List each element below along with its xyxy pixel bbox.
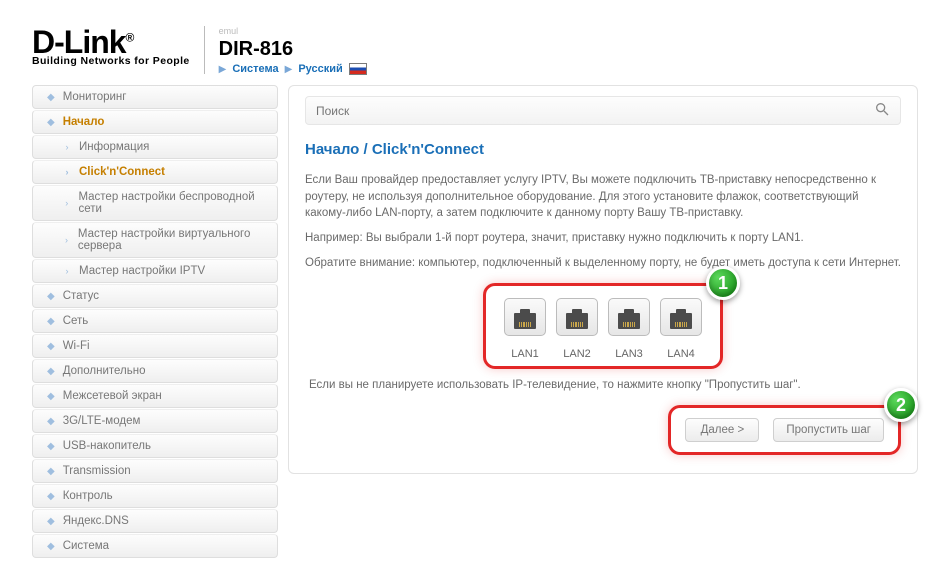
bullet-icon: ◆: [47, 291, 55, 302]
bullet-icon: ◆: [47, 92, 55, 103]
sidebar-item-monitoring[interactable]: ◆ Мониторинг: [32, 85, 278, 109]
bullet-icon: ◆: [47, 316, 55, 327]
ethernet-jack-icon: [670, 313, 692, 329]
search-icon[interactable]: [874, 101, 890, 120]
chevron-right-icon: ▶: [219, 64, 227, 75]
system-link[interactable]: Система: [232, 63, 278, 75]
sidebar-item-transmission[interactable]: ◆ Transmission: [32, 459, 278, 483]
brand-title: D-Link®: [32, 26, 190, 58]
sidebar-item-network[interactable]: ◆ Сеть: [32, 309, 278, 333]
model-name: DIR-816: [219, 38, 367, 61]
bullet-icon: ◆: [47, 491, 55, 502]
header-separator: [204, 26, 205, 74]
actions-highlight: 2 Далее > Пропустить шаг: [668, 405, 901, 455]
chevron-right-icon: ›: [63, 167, 71, 177]
description: Если Ваш провайдер предоставляет услугу …: [305, 172, 901, 271]
lan-port-3[interactable]: [608, 298, 650, 336]
bullet-icon: ◆: [47, 391, 55, 402]
sidebar-item-label: Начало: [63, 116, 105, 128]
port-label: LAN3: [608, 348, 650, 360]
chevron-right-icon: ›: [63, 266, 71, 276]
bullet-icon: ◆: [47, 466, 55, 477]
port-label: LAN2: [556, 348, 598, 360]
sidebar-sub-vserver-wizard[interactable]: › Мастер настройки виртуального сервера: [32, 222, 278, 258]
skip-step-button[interactable]: Пропустить шаг: [773, 418, 884, 442]
sidebar-item-3g-lte[interactable]: ◆ 3G/LTE-модем: [32, 409, 278, 433]
port-label: LAN4: [660, 348, 702, 360]
sidebar-item-label: Статус: [63, 290, 99, 302]
sidebar-item-advanced[interactable]: ◆ Дополнительно: [32, 359, 278, 383]
russia-flag-icon: [349, 63, 367, 75]
sidebar-sub-information[interactable]: › Информация: [32, 135, 278, 159]
sidebar-item-control[interactable]: ◆ Контроль: [32, 484, 278, 508]
sidebar-item-label: Контроль: [63, 490, 113, 502]
skip-instruction: Если вы не планируете использовать IP-те…: [309, 379, 897, 391]
bullet-icon: ◆: [47, 341, 55, 352]
bullet-icon: ◆: [47, 416, 55, 427]
sidebar-item-label: Межсетевой экран: [63, 390, 162, 402]
port-label: LAN1: [504, 348, 546, 360]
ethernet-jack-icon: [618, 313, 640, 329]
content-panel: Начало / Click'n'Connect Если Ваш провай…: [288, 85, 918, 474]
lan-port-4[interactable]: [660, 298, 702, 336]
ports-highlight: 1 LAN1 LAN2 LAN3 LAN4: [483, 283, 723, 369]
ethernet-jack-icon: [566, 313, 588, 329]
search-input[interactable]: [316, 104, 874, 118]
sidebar-item-start[interactable]: ◆ Начало: [32, 110, 278, 134]
brand-tagline: Building Networks for People: [32, 56, 190, 67]
bullet-icon: ◆: [47, 541, 55, 552]
brand-block: D-Link® Building Networks for People: [32, 26, 190, 67]
sidebar-item-label: Система: [63, 540, 109, 552]
sidebar-item-label: Мастер настройки IPTV: [79, 265, 205, 277]
search-bar[interactable]: [305, 96, 901, 125]
sidebar-item-label: USB-накопитель: [63, 440, 151, 452]
sidebar-sub-wireless-wizard[interactable]: › Мастер настройки беспроводной сети: [32, 185, 278, 221]
sidebar-item-label: Сеть: [63, 315, 89, 327]
sidebar-item-label: Мастер настройки виртуального сервера: [78, 228, 267, 252]
sidebar-item-wifi[interactable]: ◆ Wi-Fi: [32, 334, 278, 358]
sidebar-item-usb[interactable]: ◆ USB-накопитель: [32, 434, 278, 458]
sidebar-item-firewall[interactable]: ◆ Межсетевой экран: [32, 384, 278, 408]
bullet-icon: ◆: [47, 117, 55, 128]
sidebar-item-label: Яндекс.DNS: [63, 515, 129, 527]
description-example: Например: Вы выбрали 1-й порт роутера, з…: [305, 230, 901, 247]
sidebar-item-label: Информация: [79, 141, 149, 153]
bullet-icon: ◆: [47, 366, 55, 377]
sidebar: ◆ Мониторинг ◆ Начало › Информация › Click'n…: [32, 85, 278, 559]
chevron-right-icon: ›: [63, 198, 70, 208]
lan-port-1[interactable]: [504, 298, 546, 336]
sidebar-item-label: Transmission: [63, 465, 131, 477]
sidebar-sub-iptv-wizard[interactable]: › Мастер настройки IPTV: [32, 259, 278, 283]
sidebar-item-label: Wi-Fi: [63, 340, 90, 352]
sidebar-item-label: Мастер настройки беспроводной сети: [78, 191, 267, 215]
sidebar-item-label: 3G/LTE-модем: [63, 415, 141, 427]
sidebar-item-status[interactable]: ◆ Статус: [32, 284, 278, 308]
annotation-marker-1: 1: [706, 266, 740, 300]
sidebar-item-label: Click'n'Connect: [79, 166, 165, 178]
next-button[interactable]: Далее >: [685, 418, 759, 442]
chevron-right-icon: ›: [63, 235, 70, 245]
page-title: Начало / Click'n'Connect: [305, 141, 901, 158]
description-note: Обратите внимание: компьютер, подключенн…: [305, 255, 901, 272]
header: D-Link® Building Networks for People emu…: [32, 26, 918, 75]
model-block: emul DIR-816 ▶ Система ▶ Русский: [219, 26, 367, 75]
sidebar-sub-clicknconnect[interactable]: › Click'n'Connect: [32, 160, 278, 184]
sidebar-item-system[interactable]: ◆ Система: [32, 534, 278, 558]
language-link[interactable]: Русский: [298, 63, 342, 75]
sidebar-item-yandex-dns[interactable]: ◆ Яндекс.DNS: [32, 509, 278, 533]
chevron-right-icon: ›: [63, 142, 71, 152]
lan-port-2[interactable]: [556, 298, 598, 336]
sidebar-item-label: Мониторинг: [63, 91, 127, 103]
chevron-right-icon: ▶: [285, 64, 293, 75]
description-paragraph: Если Ваш провайдер предоставляет услугу …: [305, 172, 901, 222]
sidebar-item-label: Дополнительно: [63, 365, 146, 377]
annotation-marker-2: 2: [884, 388, 918, 422]
model-emul: emul: [219, 26, 367, 36]
ethernet-jack-icon: [514, 313, 536, 329]
bullet-icon: ◆: [47, 516, 55, 527]
bullet-icon: ◆: [47, 441, 55, 452]
